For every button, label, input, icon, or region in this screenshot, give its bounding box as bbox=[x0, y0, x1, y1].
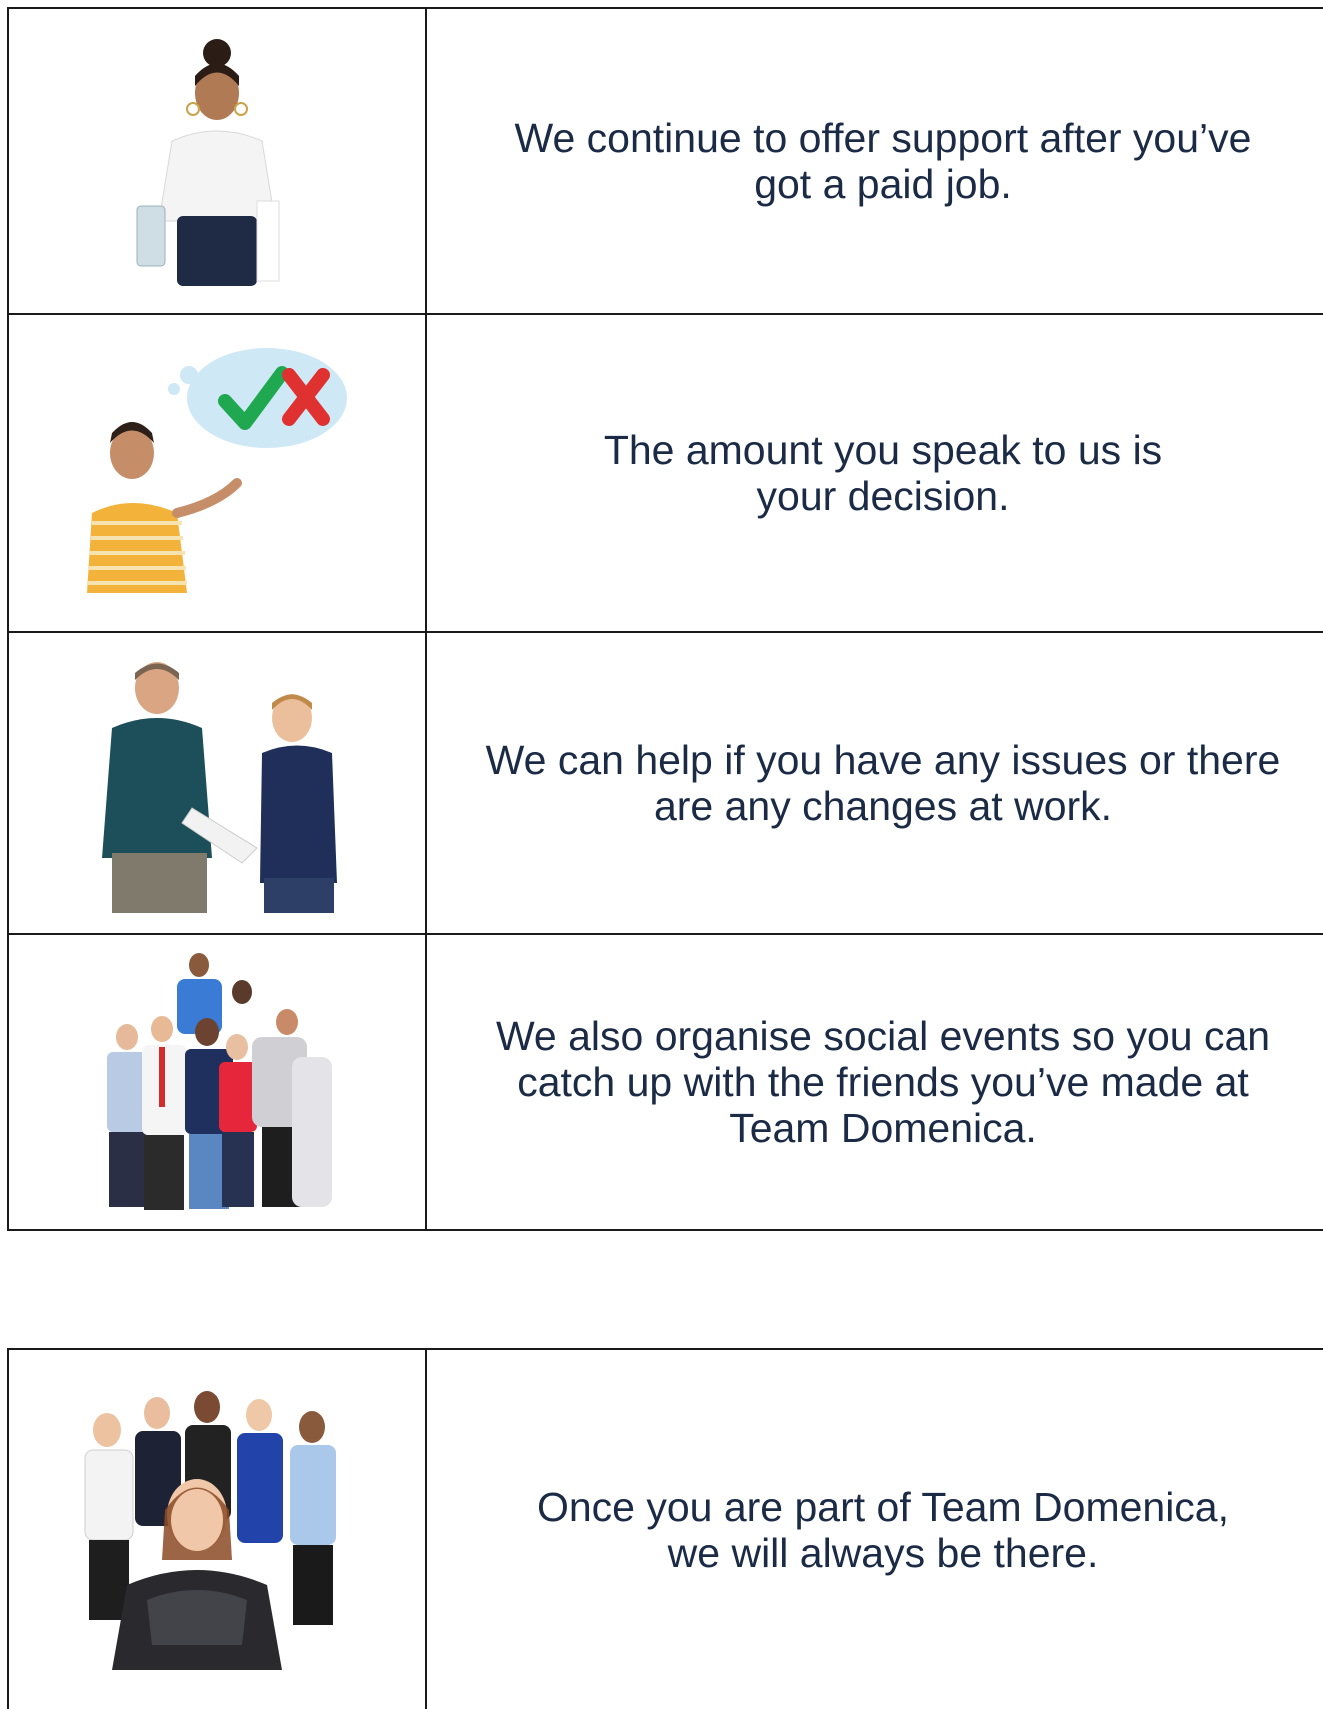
text-cell: We also organise social events so you ca… bbox=[425, 933, 1323, 1231]
team-staff-group-icon bbox=[84, 1390, 336, 1670]
image-cell bbox=[7, 7, 427, 315]
image-cell bbox=[7, 933, 427, 1231]
text-cell: The amount you speak to us is your decis… bbox=[425, 313, 1323, 633]
row-text: We can help if you have any issues or th… bbox=[485, 737, 1281, 829]
thinking-person-decision-icon bbox=[87, 348, 347, 593]
easy-read-table-final: Once you are part of Team Domenica, we w… bbox=[7, 1348, 1323, 1709]
image-cell bbox=[7, 1348, 427, 1709]
row-text: We continue to offer support after you’v… bbox=[514, 115, 1252, 207]
waiter-person-icon bbox=[136, 39, 280, 286]
table-row: We can help if you have any issues or th… bbox=[7, 631, 1323, 935]
text-cell: We can help if you have any issues or th… bbox=[425, 631, 1323, 935]
image-cell bbox=[7, 313, 427, 633]
table-row: We continue to offer support after you’v… bbox=[7, 7, 1323, 315]
table-row: Once you are part of Team Domenica, we w… bbox=[7, 1348, 1323, 1709]
row-text: We also organise social events so you ca… bbox=[495, 1013, 1271, 1151]
table-row: The amount you speak to us is your decis… bbox=[7, 313, 1323, 633]
two-people-paper-icon bbox=[102, 662, 337, 913]
row-text: Once you are part of Team Domenica, we w… bbox=[536, 1483, 1230, 1576]
group-of-friends-icon bbox=[107, 953, 332, 1210]
row-text: The amount you speak to us is your decis… bbox=[603, 427, 1163, 519]
text-cell: Once you are part of Team Domenica, we w… bbox=[425, 1348, 1323, 1709]
table-row: We also organise social events so you ca… bbox=[7, 933, 1323, 1231]
image-cell bbox=[7, 631, 427, 935]
text-cell: We continue to offer support after you’v… bbox=[425, 7, 1323, 315]
easy-read-table: We continue to offer support after you’v… bbox=[7, 7, 1323, 1231]
